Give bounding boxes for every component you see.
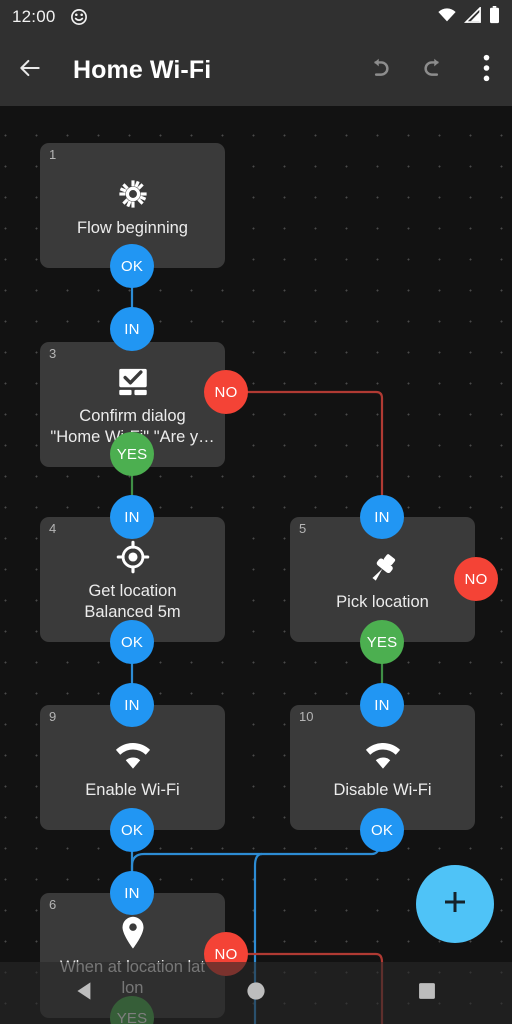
- port-no-node3[interactable]: NO: [204, 370, 248, 414]
- nav-recents-button[interactable]: [341, 981, 512, 1006]
- node-label: Flow beginning: [77, 218, 188, 237]
- back-button[interactable]: [0, 55, 60, 86]
- port-in-node3[interactable]: IN: [110, 307, 154, 351]
- arrow-left-icon: [17, 55, 43, 86]
- port-in-node6[interactable]: IN: [110, 871, 154, 915]
- node-number: 9: [49, 709, 57, 724]
- home-circle-icon: [245, 980, 267, 1007]
- port-ok-node1[interactable]: OK: [110, 244, 154, 288]
- system-nav-bar: [0, 962, 512, 1024]
- add-node-fab[interactable]: [416, 865, 494, 943]
- pushpin-icon: [365, 547, 401, 589]
- back-triangle-icon: [72, 978, 98, 1009]
- gps-crosshair-icon: [116, 536, 150, 578]
- node-label: Get location Balanced 5m: [84, 582, 181, 621]
- undo-button[interactable]: [352, 40, 406, 100]
- gear-icon: [116, 173, 150, 215]
- status-bar: 12:00: [0, 0, 512, 34]
- confirm-dialog-icon: [116, 361, 150, 403]
- toolbar-actions: [352, 40, 512, 100]
- redo-button[interactable]: [406, 40, 460, 100]
- node-number: 6: [49, 897, 57, 912]
- node-number: 1: [49, 147, 57, 162]
- node-label: Pick location: [336, 592, 429, 611]
- port-yes-node3[interactable]: YES: [110, 432, 154, 476]
- redo-icon: [420, 54, 447, 86]
- map-marker-icon: [118, 912, 148, 954]
- port-no-node5[interactable]: NO: [454, 557, 498, 601]
- node-label: Enable Wi-Fi: [85, 780, 180, 799]
- node-number: 5: [299, 521, 307, 536]
- port-in-node4[interactable]: IN: [110, 495, 154, 539]
- app-root: 12:00 Home Wi-Fi 1 Flow beginning 3 Conf…: [0, 0, 512, 1024]
- more-vert-icon: [483, 54, 490, 87]
- flow-canvas[interactable]: 1 Flow beginning 3 Confirm dialog "Home …: [0, 106, 512, 1024]
- wifi-icon: [437, 7, 457, 28]
- node-number: 3: [49, 346, 57, 361]
- overflow-menu-button[interactable]: [460, 40, 512, 100]
- node-number: 10: [299, 709, 314, 724]
- nav-home-button[interactable]: [171, 980, 342, 1007]
- port-ok-node10[interactable]: OK: [360, 808, 404, 852]
- node-number: 4: [49, 521, 57, 536]
- status-bar-clock: 12:00: [12, 7, 56, 26]
- port-in-node9[interactable]: IN: [110, 683, 154, 727]
- port-in-node5[interactable]: IN: [360, 495, 404, 539]
- port-yes-node5[interactable]: YES: [360, 620, 404, 664]
- wifi-icon: [363, 735, 403, 777]
- status-bar-icons: [437, 5, 500, 29]
- page-title: Home Wi-Fi: [73, 55, 212, 84]
- cellular-signal-icon: [463, 5, 482, 28]
- wifi-icon: [113, 735, 153, 777]
- recents-square-icon: [417, 981, 437, 1006]
- nav-back-button[interactable]: [0, 978, 171, 1009]
- port-ok-node4[interactable]: OK: [110, 620, 154, 664]
- plus-icon: [440, 887, 470, 922]
- battery-icon: [489, 5, 500, 29]
- app-toolbar: Home Wi-Fi: [0, 34, 512, 106]
- smiley-face-icon: [70, 8, 88, 26]
- port-ok-node9[interactable]: OK: [110, 808, 154, 852]
- port-in-node10[interactable]: IN: [360, 683, 404, 727]
- node-label: Disable Wi-Fi: [333, 780, 432, 799]
- undo-icon: [366, 54, 393, 86]
